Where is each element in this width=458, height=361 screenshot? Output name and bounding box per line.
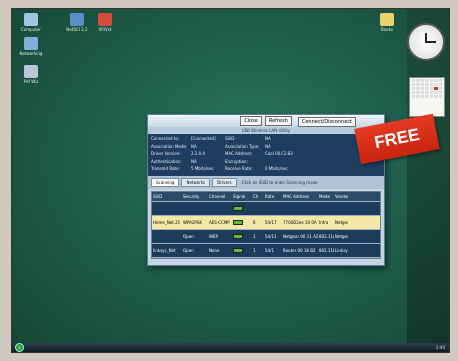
info-value [265,159,295,167]
wireless-utility-window: Close Refresh Connect/Disconnect USB Wir… [147,114,385,266]
table-row[interactable]: Home_Net.21 WPA2PSK AES-CCMP 6 54/17 770… [152,216,380,230]
column-header[interactable]: Signal [232,194,252,199]
column-header[interactable]: Ch [252,194,264,199]
info-value: NA [265,136,271,141]
system-tray-clock[interactable]: 2:44 [436,345,449,350]
sidebar-gadgets [407,9,449,343]
refresh-button[interactable]: Refresh [264,116,292,126]
clock-gadget[interactable] [407,23,445,61]
info-label: Receive Rate: [225,166,253,172]
info-value: 2.2.0.0 [191,151,205,157]
clock-minute-hand [425,41,436,43]
column-header[interactable]: SSID [152,194,182,199]
connect-disconnect-button[interactable]: Connect/Disconnect [297,117,356,127]
table-row[interactable] [152,202,380,216]
document-icon [24,65,38,78]
info-value: Cool 00.F2.B3 [265,151,293,157]
taskbar: 2:44 [12,343,449,352]
network-table: SSID Security Channel Signal Ch Rate MAC… [151,191,381,259]
tab-networks[interactable]: Networks [181,178,211,187]
info-value: 0 Mbits/sec [265,166,288,172]
desktop-icon-computer[interactable]: Computer [14,13,48,32]
window-toolbar: Close Refresh Connect/Disconnect [148,115,384,127]
column-header[interactable]: Mode [318,194,334,199]
tab-hint: Click on SSID to enter Scanning mode [241,180,318,185]
info-label: Driver Version: [151,151,181,157]
computer-icon [24,13,38,26]
network-icon [24,37,38,50]
column-header[interactable]: Channel [208,194,232,199]
app-icon [70,13,84,26]
info-label: Association Type: [225,143,260,149]
tab-scanning[interactable]: Scanning [151,178,180,187]
column-header[interactable]: Rate [264,194,282,199]
window-title: USB Wireless LAN Utility [148,127,384,134]
connection-info-panel: Connected to: [Connected] SSID: NA Assoc… [148,134,384,176]
column-header[interactable]: MAC Address [282,194,318,199]
desktop-icon-networking[interactable]: Networking [14,37,48,56]
calendar-grid [410,78,444,99]
info-label: Authentication: [151,158,182,164]
info-label: SSID: [225,136,236,141]
info-label: Encryption: [225,158,248,164]
close-button[interactable]: Close [240,116,262,126]
info-label: Transmit Rate: [151,166,180,172]
signal-bar [233,233,243,239]
column-header[interactable]: Vendor [334,194,348,199]
info-label: MAC Address: [225,151,253,157]
signal-bar [233,219,243,225]
info-value: NA [265,143,271,149]
desktop-icon-books[interactable]: Books [370,13,404,32]
table-header-row: SSID Security Channel Signal Ch Rate MAC… [152,192,380,202]
info-value: NA [191,158,197,164]
info-label: Association Mode: [151,143,188,149]
table-row[interactable]: linksys_Net Open None 1 54/1 Router 00 1… [152,244,380,258]
tab-drivers[interactable]: Drivers [212,178,237,187]
column-header[interactable]: Security [182,194,208,199]
signal-bar [233,205,243,211]
info-value: 5 Mbits/sec [191,166,214,172]
table-row[interactable]: Open WEP 1 54/11 Netgear 00 11 A2 B3 802… [152,230,380,244]
info-label: Connected to: [151,136,180,141]
desktop-icon-xp[interactable]: XP/Vst [88,13,122,32]
start-button[interactable] [15,343,24,352]
app-icon [98,13,112,26]
tab-bar: Scanning Networks Drivers Click on SSID … [148,176,384,189]
info-value: NA [191,143,197,149]
desktop-icon-pdfwiz[interactable]: Pdf Wiz [14,65,48,84]
calendar-gadget[interactable] [409,77,445,117]
folder-icon [380,13,394,26]
info-value: [Connected] [191,136,216,141]
signal-bar [233,247,243,253]
